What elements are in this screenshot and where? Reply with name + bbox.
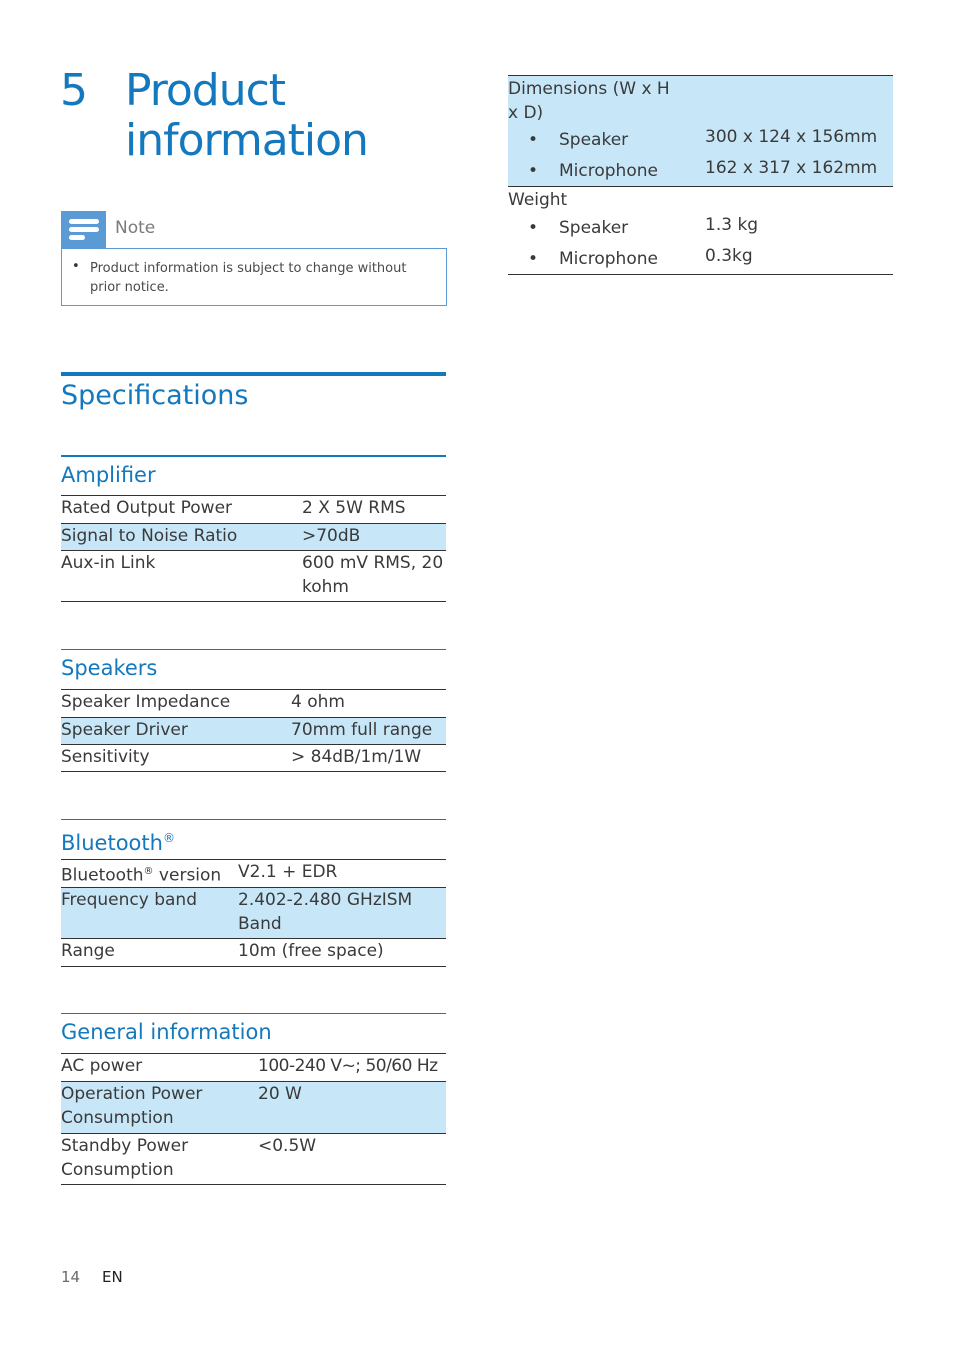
language-code: EN [102, 1268, 123, 1286]
table-row: AC power 100-240 V~; 50/60 Hz [61, 1053, 446, 1081]
list-item: • Speaker 300 x 124 x 156mm [508, 125, 893, 156]
spec-key: Signal to Noise Ratio [61, 526, 238, 546]
section-title: Speakers [61, 656, 158, 680]
spec-value: V2.1 + EDR [238, 862, 338, 882]
amplifier-section: Amplifier Rated Output Power 2 X 5W RMS … [61, 455, 446, 602]
spec-key: Sensitivity [61, 747, 150, 767]
spec-value: 4 ohm [291, 692, 345, 712]
spec-value: <0.5W [258, 1136, 317, 1156]
note-text: Product information is subject to change… [90, 261, 407, 295]
table-row: Sensitivity > 84dB/1m/1W [61, 744, 446, 772]
spec-value: 2 X 5W RMS [302, 498, 406, 518]
section-title: General information [61, 1020, 272, 1044]
note-label: Note [115, 218, 156, 238]
table-row: Bluetooth® version V2.1 + EDR [61, 859, 446, 887]
chapter-number: 5 [60, 65, 88, 116]
spec-value: 70mm full range [291, 720, 433, 740]
item-value: 0.3kg [705, 246, 753, 266]
general-information-section: General information AC power 100-240 V~;… [61, 1013, 446, 1185]
spec-key-text: Bluetooth [61, 865, 144, 886]
spec-key: Operation Power Consumption [61, 1084, 203, 1128]
spec-value: > 84dB/1m/1W [291, 747, 422, 767]
bullet: • [528, 218, 539, 238]
note-icon [61, 211, 106, 248]
spec-value: 100-240 V~; 50/60 Hz [258, 1056, 438, 1076]
section-title: Amplifier [61, 463, 156, 487]
table-row: Speaker Driver 70mm full range [61, 717, 446, 744]
spec-value: 2.402-2.480 GHzISM Band [238, 890, 413, 934]
spec-key: Speaker Impedance [61, 692, 231, 712]
item-key: Microphone [559, 161, 658, 181]
chapter-title: Product information [125, 65, 369, 166]
registered-mark: ® [143, 866, 154, 877]
item-key: Speaker [559, 130, 629, 150]
section-title-text: Bluetooth [61, 831, 163, 855]
bluetooth-section: Bluetooth® Bluetooth® version V2.1 + EDR… [61, 819, 446, 967]
item-value: 162 x 317 x 162mm [705, 158, 878, 178]
item-value: 1.3 kg [705, 215, 759, 235]
table-row: Rated Output Power 2 X 5W RMS [61, 495, 446, 523]
registered-mark: ® [162, 831, 175, 845]
dimensions-label: Dimensions (W x H x D) [508, 79, 670, 123]
section-title: Bluetooth® [61, 820, 446, 859]
spec-key: Standby Power Consumption [61, 1136, 189, 1180]
spec-key-suffix: version [153, 865, 222, 886]
spec-key: Range [61, 941, 115, 961]
spec-key: Rated Output Power [61, 498, 233, 518]
spec-key: AC power [61, 1056, 143, 1076]
note-header: Note [61, 211, 447, 248]
specifications-rule [61, 372, 446, 376]
spec-value: >70dB [302, 526, 361, 546]
spec-key: Aux-in Link [61, 553, 156, 573]
specifications-heading: Specifications [61, 380, 249, 411]
weight-block: Weight • Speaker 1.3 kg • Microphone 0.3… [508, 186, 893, 275]
bullet: • [528, 161, 539, 181]
item-key: Microphone [559, 249, 658, 269]
item-value: 300 x 124 x 156mm [705, 127, 878, 147]
table-row: Operation Power Consumption 20 W [61, 1081, 446, 1133]
spec-value: 10m (free space) [238, 941, 384, 961]
dimensions-block: Dimensions (W x H x D) • Speaker 300 x 1… [508, 75, 893, 186]
table-row: Aux-in Link 600 mV RMS, 20 kohm [61, 550, 446, 602]
chapter-title-line1: Product [125, 65, 286, 116]
spec-key: Bluetooth® version [61, 860, 221, 888]
speakers-section: Speakers Speaker Impedance 4 ohm Speaker… [61, 649, 446, 772]
list-item: • Microphone 162 x 317 x 162mm [508, 156, 893, 186]
table-row: Standby Power Consumption <0.5W [61, 1133, 446, 1185]
bullet: • [528, 249, 539, 269]
spec-key: Speaker Driver [61, 720, 188, 740]
spec-value: 600 mV RMS, 20 kohm [302, 553, 444, 597]
chapter-title-line2: information [125, 115, 369, 166]
table-row: Signal to Noise Ratio >70dB [61, 523, 446, 550]
bullet: • [528, 130, 539, 150]
item-key: Speaker [559, 218, 629, 238]
spec-value: 20 W [258, 1084, 302, 1104]
table-row: Frequency band 2.402-2.480 GHzISM Band [61, 887, 446, 938]
page-number: 14 [61, 1268, 81, 1286]
general-information-continued: Dimensions (W x H x D) • Speaker 300 x 1… [508, 75, 893, 275]
table-row: Speaker Impedance 4 ohm [61, 689, 446, 717]
table-row: Range 10m (free space) [61, 938, 446, 967]
bullet: • [72, 259, 80, 274]
list-item: • Microphone 0.3kg [508, 244, 893, 274]
note-box: • Product information is subject to chan… [61, 248, 447, 306]
weight-label: Weight [508, 190, 568, 210]
spec-key: Frequency band [61, 890, 197, 910]
list-item: • Speaker 1.3 kg [508, 213, 893, 244]
